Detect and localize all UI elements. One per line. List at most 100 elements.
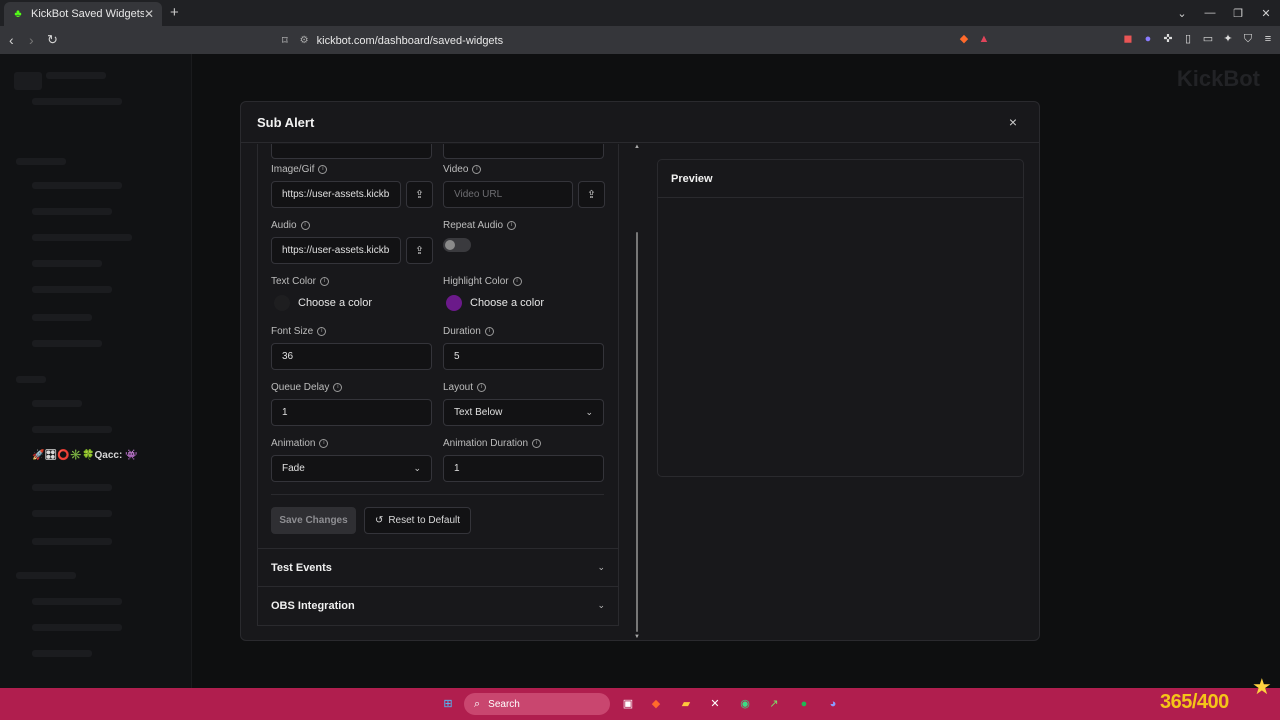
extension-icon[interactable]: ● [1140, 31, 1156, 47]
highlight-color-swatch[interactable] [446, 295, 462, 311]
scroll-up-icon[interactable]: ▲ [634, 144, 640, 150]
tradingview-icon[interactable]: ↗ [766, 696, 782, 712]
text-color-swatch[interactable] [274, 295, 290, 311]
task-view-icon[interactable]: ▣ [620, 696, 636, 712]
scroll-down-icon[interactable]: ▼ [634, 634, 640, 640]
chevron-down-icon: ⌄ [597, 562, 605, 572]
font-size-label: Font Size i [271, 326, 327, 337]
maximize-button[interactable]: ❐ [1224, 7, 1252, 20]
text-color-picker[interactable]: Choose a color [274, 295, 372, 311]
repeat-audio-toggle[interactable] [443, 238, 471, 252]
preview-panel: Preview [657, 159, 1024, 477]
brave-browser-icon[interactable]: ◆ [648, 696, 664, 712]
extensions-puzzle-icon[interactable]: ✜ [1160, 31, 1176, 47]
upload-image-button[interactable]: ⇪ [406, 181, 433, 208]
repeat-audio-label: Repeat Audio i [443, 220, 517, 231]
layout-label: Layout i [443, 382, 487, 393]
video-url-input[interactable]: Video URL [443, 181, 573, 208]
brave-shield-icon[interactable]: ◆ [956, 31, 972, 47]
info-icon[interactable]: i [477, 383, 487, 392]
info-icon[interactable]: i [532, 439, 542, 448]
highlight-color-label: Highlight Color i [443, 276, 522, 287]
highlight-color-picker[interactable]: Choose a color [446, 295, 544, 311]
terminal-icon[interactable]: ✕ [707, 696, 723, 712]
chevron-down-icon: ⌄ [597, 600, 605, 610]
save-changes-button[interactable]: Save Changes [271, 507, 356, 534]
spotify-icon[interactable]: ● [796, 696, 812, 712]
animation-label: Animation i [271, 438, 329, 449]
duration-input[interactable]: 5 [443, 343, 604, 370]
window-controls: ⌄ — ❐ ✕ [1168, 0, 1280, 26]
obs-integration-accordion[interactable]: OBS Integration ⌄ [258, 586, 618, 624]
discord-icon[interactable]: ◕ [825, 696, 841, 712]
upload-video-button[interactable]: ⇪ [578, 181, 605, 208]
browser-tab-bar: ♣ KickBot Saved Widgets ✕ + ⌄ — ❐ ✕ [0, 0, 1280, 26]
forward-icon[interactable]: › [29, 32, 34, 48]
font-size-input[interactable]: 36 [271, 343, 432, 370]
info-icon[interactable]: i [320, 277, 330, 286]
file-explorer-icon[interactable]: ▰ [678, 696, 694, 712]
tab-list-icon[interactable]: ⌄ [1168, 7, 1196, 20]
tab-title: KickBot Saved Widgets [31, 8, 144, 20]
prev-input-right[interactable] [443, 144, 604, 159]
browser-tab[interactable]: ♣ KickBot Saved Widgets ✕ [4, 2, 162, 26]
wallet-icon[interactable]: ▭ [1200, 31, 1216, 47]
close-modal-button[interactable]: × [1003, 114, 1023, 130]
new-tab-button[interactable]: + [170, 4, 179, 21]
audio-label: Audio i [271, 220, 310, 231]
animation-duration-input[interactable]: 1 [443, 455, 604, 482]
sub-alert-modal: Sub Alert × Image/Gif i https://user-asse… [240, 101, 1040, 641]
tab-close-icon[interactable]: ✕ [144, 7, 154, 21]
scroll-thumb[interactable] [636, 232, 638, 632]
info-icon[interactable]: i [472, 165, 482, 174]
info-icon[interactable]: i [512, 277, 522, 286]
url-text: kickbot.com/dashboard/saved-widgets [316, 34, 504, 47]
prev-input-left[interactable] [271, 144, 432, 159]
info-icon[interactable]: i [507, 221, 517, 230]
reset-to-default-button[interactable]: ↺ Reset to Default [364, 507, 471, 534]
audio-input[interactable]: https://user-assets.kickb [271, 237, 401, 264]
chevron-down-icon: ⌄ [585, 407, 593, 417]
info-icon[interactable]: i [333, 383, 343, 392]
sidebar-icon[interactable]: ▯ [1180, 31, 1196, 47]
vpn-icon[interactable]: ⛉ [1240, 31, 1256, 47]
leo-ai-icon[interactable]: ✦ [1220, 31, 1236, 47]
info-icon[interactable]: i [319, 439, 329, 448]
image-gif-input[interactable]: https://user-assets.kickb [271, 181, 401, 208]
queue-delay-label: Queue Delay i [271, 382, 343, 393]
layout-select[interactable]: Text Below ⌄ [443, 399, 604, 426]
animation-select[interactable]: Fade ⌄ [271, 455, 432, 482]
brave-rewards-icon[interactable]: ▲ [976, 31, 992, 47]
settings-scrollbar[interactable]: ▲ ▼ [634, 144, 640, 641]
form-divider [271, 494, 604, 495]
windows-start-icon[interactable]: ⊞ [440, 696, 456, 712]
modal-title: Sub Alert [257, 114, 315, 130]
upload-icon: ⇪ [586, 189, 597, 201]
reset-icon: ↺ [374, 515, 384, 526]
reload-icon[interactable]: ↻ [47, 32, 58, 48]
upload-audio-button[interactable]: ⇪ [406, 237, 433, 264]
info-icon[interactable]: i [300, 221, 310, 230]
taskbar-search[interactable]: ⌕ Search [464, 693, 610, 715]
menu-icon[interactable]: ≡ [1260, 31, 1276, 47]
close-window-button[interactable]: ✕ [1252, 7, 1280, 20]
info-icon[interactable]: i [318, 165, 328, 174]
back-icon[interactable]: ‹ [9, 32, 14, 48]
preview-title: Preview [658, 160, 1023, 198]
bookmark-icon[interactable]: ⌑ [282, 34, 288, 47]
kickbot-logo: KickBot [1176, 66, 1260, 91]
upload-icon: ⇪ [414, 189, 425, 201]
minimize-button[interactable]: — [1196, 7, 1224, 19]
chat-user-line: 🚀🎛⭕✳️🍀Qacc: 👾 [32, 450, 138, 461]
extension-audio-icon[interactable]: ◼ [1120, 31, 1136, 47]
site-info-icon[interactable]: ⚙ [300, 35, 309, 46]
image-gif-label: Image/Gif i [271, 164, 328, 175]
search-icon: ⌕ [474, 697, 481, 710]
queue-delay-input[interactable]: 1 [271, 399, 432, 426]
test-events-accordion[interactable]: Test Events ⌄ [258, 548, 618, 586]
windows-taskbar: ⊞ ⌕ Search ▣ ◆ ▰ ✕ ◉ ↗ ● ◕ 365/400 [0, 688, 1280, 720]
android-studio-icon[interactable]: ◉ [737, 696, 753, 712]
url-field[interactable]: ⌑ ⚙ kickbot.com/dashboard/saved-widgets [272, 30, 1002, 51]
info-icon[interactable]: i [317, 327, 327, 336]
info-icon[interactable]: i [484, 327, 494, 336]
